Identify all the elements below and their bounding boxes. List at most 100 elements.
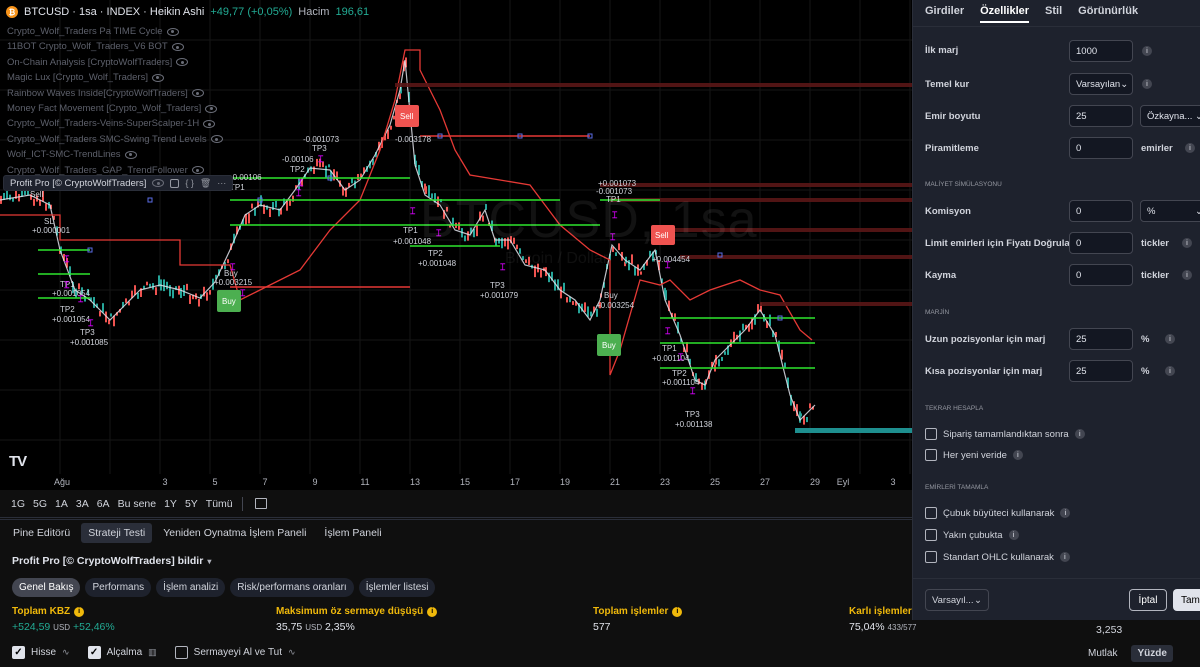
- checkbox-icon[interactable]: [925, 551, 937, 563]
- tf-5g[interactable]: 5G: [30, 495, 50, 513]
- commission-unit-select[interactable]: % ⌄: [1140, 200, 1200, 222]
- candle: [587, 306, 589, 317]
- pill-performance[interactable]: Performans: [85, 578, 152, 597]
- toggle-hisse[interactable]: ✓ Hisse ∿: [12, 646, 70, 659]
- cancel-button[interactable]: İptal: [1129, 589, 1167, 611]
- tf-1g[interactable]: 1G: [8, 495, 28, 513]
- delete-icon[interactable]: 🗑: [200, 178, 211, 189]
- tab-visibility[interactable]: Görünürlük: [1078, 5, 1138, 23]
- checkbox-icon[interactable]: [925, 529, 937, 541]
- indicator-item[interactable]: Money Fact Movement [Crypto_Wolf_Traders…: [7, 101, 223, 116]
- eye-icon[interactable]: [176, 58, 189, 67]
- info-icon[interactable]: i: [1142, 79, 1152, 89]
- info-icon[interactable]: i: [1182, 270, 1192, 280]
- checkbox-icon[interactable]: [925, 449, 937, 461]
- order-size-input[interactable]: 25: [1069, 105, 1133, 127]
- eye-icon[interactable]: [152, 179, 165, 187]
- price-chart[interactable]: Buy Buy Sell Sell Sell SL +0.000001 TP1 +0.00105…: [0, 0, 912, 490]
- tab-properties[interactable]: Özellikler: [980, 5, 1030, 23]
- slippage-input[interactable]: 0: [1069, 264, 1133, 286]
- eye-icon[interactable]: [171, 43, 184, 52]
- tab-strategy-tester[interactable]: Strateji Testi: [81, 522, 153, 543]
- long-margin-input[interactable]: 25: [1069, 328, 1133, 350]
- tf-1y[interactable]: 1Y: [161, 495, 180, 513]
- eye-icon[interactable]: [166, 27, 179, 36]
- checkbox-icon[interactable]: [925, 428, 937, 440]
- indicator-item[interactable]: On-Chain Analysis [CryptoWolfTraders]: [7, 55, 223, 70]
- verify-price-input[interactable]: 0: [1069, 232, 1133, 254]
- code-icon[interactable]: { }: [185, 178, 194, 188]
- more-icon[interactable]: ···: [217, 178, 226, 188]
- info-icon[interactable]: i: [1182, 238, 1192, 248]
- eye-icon[interactable]: [205, 104, 218, 113]
- eye-icon[interactable]: [210, 135, 223, 144]
- eye-icon[interactable]: [191, 89, 204, 98]
- mode-percent[interactable]: Yüzde: [1131, 645, 1173, 662]
- tf-3a[interactable]: 3A: [73, 495, 92, 513]
- x-tick-label: 25: [709, 477, 721, 487]
- info-icon[interactable]: i: [1074, 429, 1085, 439]
- on-bar-close[interactable]: Yakın çubukta i: [925, 529, 1019, 541]
- info-icon[interactable]: i: [427, 606, 438, 617]
- info-icon[interactable]: i: [1165, 366, 1175, 376]
- eye-icon[interactable]: [203, 120, 216, 129]
- eye-icon[interactable]: [191, 166, 204, 175]
- checkbox-icon[interactable]: [174, 646, 188, 659]
- info-icon[interactable]: i: [1142, 46, 1152, 56]
- pill-trades-list[interactable]: İşlemler listesi: [358, 578, 436, 597]
- mode-absolute[interactable]: Mutlak: [1082, 645, 1123, 662]
- info-icon[interactable]: i: [672, 606, 683, 617]
- tab-trading-panel[interactable]: İşlem Paneli: [317, 523, 388, 543]
- standard-ohlc[interactable]: Standart OHLC kullanarak i: [925, 551, 1070, 563]
- info-icon[interactable]: i: [1008, 530, 1019, 540]
- ok-button[interactable]: Tam: [1173, 589, 1200, 611]
- order-size-unit-select[interactable]: Özkayna... ⌄: [1140, 105, 1200, 127]
- toggle-alcalma[interactable]: ✓ Alçalma ▥: [87, 646, 157, 659]
- eye-icon[interactable]: [151, 73, 164, 82]
- symbol-title[interactable]: BTCUSD · 1sa · INDEX · Heikin Ashi: [24, 6, 204, 18]
- tf-bu-sene[interactable]: Bu sene: [115, 495, 160, 513]
- tf-5y[interactable]: 5Y: [182, 495, 201, 513]
- initial-capital-input[interactable]: 1000: [1069, 40, 1133, 62]
- pill-trade-analysis[interactable]: İşlem analizi: [156, 578, 226, 597]
- pill-overview[interactable]: Genel Bakış: [12, 578, 81, 597]
- tf-6a[interactable]: 6A: [94, 495, 113, 513]
- checkbox-icon[interactable]: [925, 507, 937, 519]
- info-icon[interactable]: i: [1060, 508, 1071, 518]
- tab-pine-editor[interactable]: Pine Editörü: [6, 523, 77, 543]
- indicator-item[interactable]: Wolf_ICT-SMC-TrendLines: [7, 147, 223, 162]
- short-margin-input[interactable]: 25: [1069, 360, 1133, 382]
- recalc-after-fill[interactable]: Sipariş tamamlandıktan sonra i: [925, 428, 1085, 440]
- info-icon[interactable]: i: [1185, 143, 1195, 153]
- tf-tumu[interactable]: Tümü: [203, 495, 236, 513]
- commission-input[interactable]: 0: [1069, 200, 1133, 222]
- settings-icon[interactable]: [170, 178, 180, 188]
- profit-pro-chip[interactable]: Profit Pro [© CryptoWolfTraders] { } 🗑 ·…: [3, 175, 234, 191]
- eye-icon[interactable]: [124, 150, 137, 159]
- base-currency-select[interactable]: Varsayılan ⌄: [1069, 73, 1133, 95]
- indicator-item[interactable]: Crypto_Wolf_Traders Pa TIME Cycle: [7, 24, 223, 39]
- info-icon[interactable]: i: [1012, 450, 1023, 460]
- calendar-icon[interactable]: [254, 498, 267, 509]
- indicator-item[interactable]: 11BOT Crypto_Wolf_Traders_V6 BOT: [7, 39, 223, 54]
- checkbox-checked-icon[interactable]: ✓: [12, 646, 25, 659]
- tf-1a[interactable]: 1A: [52, 495, 71, 513]
- tab-inputs[interactable]: Girdiler: [925, 5, 964, 23]
- defaults-button[interactable]: Varsayıl... ⌄: [925, 589, 989, 611]
- indicator-item[interactable]: Rainbow Waves Inside[CryptoWolfTraders]: [7, 86, 223, 101]
- info-icon[interactable]: i: [1165, 334, 1175, 344]
- indicator-item[interactable]: Magic Lux [Crypto_Wolf_Traders]: [7, 70, 223, 85]
- pill-risk-ratios[interactable]: Risk/performans oranları: [230, 578, 354, 597]
- recalc-every-tick[interactable]: Her yeni veride i: [925, 449, 1023, 461]
- tab-style[interactable]: Stil: [1045, 5, 1062, 23]
- strategy-title[interactable]: Profit Pro [© CryptoWolfTraders] bildir …: [12, 555, 211, 567]
- bar-magnifier[interactable]: Çubuk büyüteci kullanarak i: [925, 507, 1071, 519]
- indicator-item[interactable]: Crypto_Wolf_Traders SMC-Swing Trend Leve…: [7, 132, 223, 147]
- indicator-item[interactable]: Crypto_Wolf_Traders-Veins-SuperScalper-1…: [7, 116, 223, 131]
- info-icon[interactable]: i: [1059, 552, 1070, 562]
- checkbox-checked-icon[interactable]: ✓: [87, 646, 101, 659]
- info-icon[interactable]: i: [74, 606, 85, 617]
- toggle-buy-hold[interactable]: Sermayeyi Al ve Tut ∿: [174, 646, 296, 659]
- tab-replay-trading[interactable]: Yeniden Oynatma İşlem Paneli: [156, 523, 313, 543]
- pyramiding-input[interactable]: 0: [1069, 137, 1133, 159]
